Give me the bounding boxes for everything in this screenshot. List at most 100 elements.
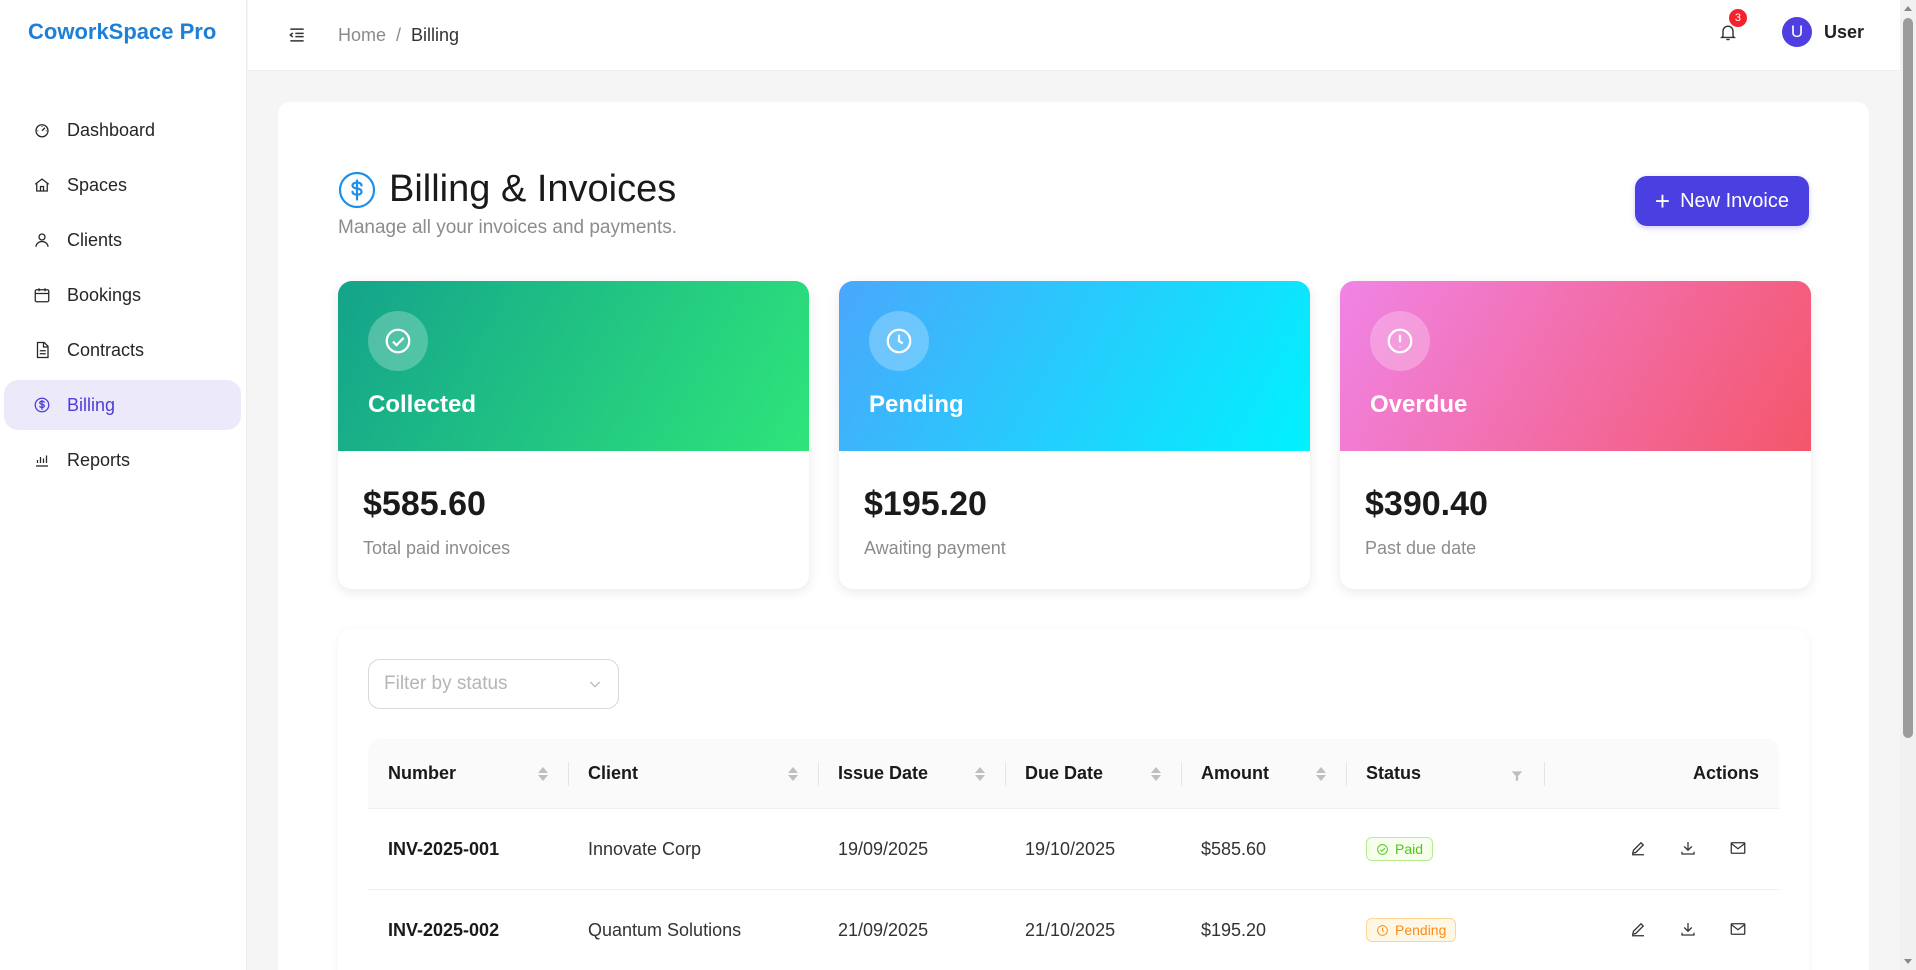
notification-badge: 3 [1728, 9, 1747, 27]
cell-number: INV-2025-001 [388, 838, 500, 859]
cell-issue-date: 21/09/2025 [838, 919, 929, 940]
column-label: Amount [1201, 763, 1269, 783]
cell-status: Paid [1346, 837, 1544, 861]
check-circle-icon [368, 311, 428, 371]
sidebar-item-label: Spaces [67, 174, 128, 195]
cell-actions [1544, 839, 1779, 859]
sidebar: CoworkSpace Pro Dashboard Spaces Clients… [0, 0, 247, 970]
sidebar-item-label: Dashboard [67, 119, 156, 140]
new-invoice-label: New Invoice [1680, 189, 1789, 212]
column-label: Due Date [1025, 763, 1104, 783]
edit-icon[interactable] [1629, 920, 1649, 940]
stat-label: Overdue [1370, 391, 1468, 418]
notification-bell-icon[interactable]: 3 [1716, 9, 1747, 44]
sort-icon[interactable] [1151, 766, 1161, 781]
sidebar-item-reports[interactable]: Reports [4, 435, 241, 485]
dollar-circle-icon [32, 395, 52, 415]
column-label: Actions [1692, 763, 1759, 783]
cell-client: Quantum Solutions [588, 919, 742, 940]
stats-cards: Collected $585.60 Total paid invoices Pe… [338, 281, 1811, 589]
sidebar-item-label: Clients [67, 229, 123, 250]
sort-icon[interactable] [788, 766, 798, 781]
breadcrumb-home[interactable]: Home [338, 25, 386, 46]
scrollbar-thumb[interactable] [1903, 18, 1913, 738]
stat-card-overdue: Overdue $390.40 Past due date [1340, 281, 1811, 589]
sidebar-item-dashboard[interactable]: Dashboard [4, 105, 241, 155]
sidebar-nav: Dashboard Spaces Clients Bookings Contra… [0, 105, 246, 485]
cell-amount: $195.20 [1201, 919, 1267, 940]
stat-label: Collected [368, 391, 477, 418]
sort-icon[interactable] [975, 766, 985, 781]
home-icon [32, 175, 52, 195]
invoices-table: Number Client Issue Date Due Date Amount… [368, 739, 1779, 970]
column-header-amount[interactable]: Amount [1181, 739, 1346, 808]
stat-value: $195.20 [864, 485, 987, 523]
document-icon [32, 340, 52, 360]
status-filter-placeholder: Filter by status [384, 673, 508, 694]
cell-number: INV-2025-002 [388, 919, 500, 940]
cell-client: Innovate Corp [588, 838, 702, 859]
main-content: Billing & Invoices Manage all your invoi… [278, 102, 1869, 970]
status-badge: Paid [1366, 837, 1434, 861]
status-badge-label: Paid [1395, 841, 1424, 857]
table-row[interactable]: INV-2025-002 Quantum Solutions 21/09/202… [368, 890, 1779, 970]
table-row[interactable]: INV-2025-001 Innovate Corp 19/09/2025 19… [368, 809, 1779, 890]
column-label: Client [588, 763, 639, 783]
table-header: Number Client Issue Date Due Date Amount… [368, 739, 1779, 809]
stat-description: Total paid invoices [363, 538, 511, 558]
avatar: U [1781, 17, 1812, 47]
column-header-number[interactable]: Number [368, 739, 568, 808]
cell-due-date: 19/10/2025 [1025, 838, 1116, 859]
breadcrumb: Home / Billing [338, 25, 459, 46]
sidebar-item-clients[interactable]: Clients [4, 215, 241, 265]
cell-issue-date: 19/09/2025 [838, 838, 929, 859]
dashboard-icon [32, 120, 52, 140]
column-label: Status [1366, 763, 1422, 783]
download-icon[interactable] [1679, 920, 1699, 940]
cell-amount: $585.60 [1201, 838, 1267, 859]
scroll-up-arrow-icon[interactable] [1904, 6, 1912, 11]
sidebar-item-label: Reports [67, 449, 131, 470]
new-invoice-button[interactable]: + New Invoice [1634, 176, 1809, 226]
dollar-circle-icon [338, 171, 376, 209]
clock-icon [869, 311, 929, 371]
stat-card-header: Overdue [1340, 281, 1811, 451]
column-header-issue-date[interactable]: Issue Date [818, 739, 1005, 808]
sidebar-item-label: Contracts [67, 339, 145, 360]
menu-fold-icon[interactable] [286, 24, 308, 46]
mail-icon[interactable] [1729, 920, 1749, 940]
sidebar-item-label: Bookings [67, 284, 142, 305]
download-icon[interactable] [1679, 839, 1699, 859]
stat-label: Pending [869, 391, 964, 418]
brand-logo[interactable]: CoworkSpace Pro [0, 0, 246, 64]
status-badge: Pending [1366, 918, 1457, 942]
column-header-actions: Actions [1544, 739, 1779, 808]
edit-icon[interactable] [1629, 839, 1649, 859]
status-filter-select[interactable]: Filter by status [368, 659, 619, 709]
status-badge-label: Pending [1395, 922, 1447, 938]
sort-icon[interactable] [1316, 766, 1326, 781]
column-label: Issue Date [838, 763, 929, 783]
scroll-down-arrow-icon[interactable] [1904, 959, 1912, 964]
calendar-icon [32, 285, 52, 305]
breadcrumb-current: Billing [411, 24, 460, 45]
sort-icon[interactable] [538, 766, 548, 781]
filter-funnel-icon[interactable] [1510, 767, 1524, 781]
mail-icon[interactable] [1729, 839, 1749, 859]
sidebar-item-spaces[interactable]: Spaces [4, 160, 241, 210]
page-scrollbar[interactable] [1900, 0, 1916, 970]
sidebar-item-contracts[interactable]: Contracts [4, 325, 241, 375]
column-header-due-date[interactable]: Due Date [1005, 739, 1181, 808]
column-header-client[interactable]: Client [568, 739, 818, 808]
cell-due-date: 21/10/2025 [1025, 919, 1116, 940]
sidebar-item-billing[interactable]: Billing [4, 380, 241, 430]
breadcrumb-separator: / [396, 24, 402, 45]
stat-card-header: Collected [338, 281, 809, 451]
clock-icon [1377, 924, 1388, 936]
exclamation-circle-icon [1370, 311, 1430, 371]
user-menu[interactable]: U User [1781, 17, 1864, 47]
page-header: Billing & Invoices Manage all your invoi… [338, 168, 677, 239]
sidebar-item-bookings[interactable]: Bookings [4, 270, 241, 320]
sidebar-item-label: Billing [67, 394, 116, 415]
column-label: Number [388, 763, 457, 783]
